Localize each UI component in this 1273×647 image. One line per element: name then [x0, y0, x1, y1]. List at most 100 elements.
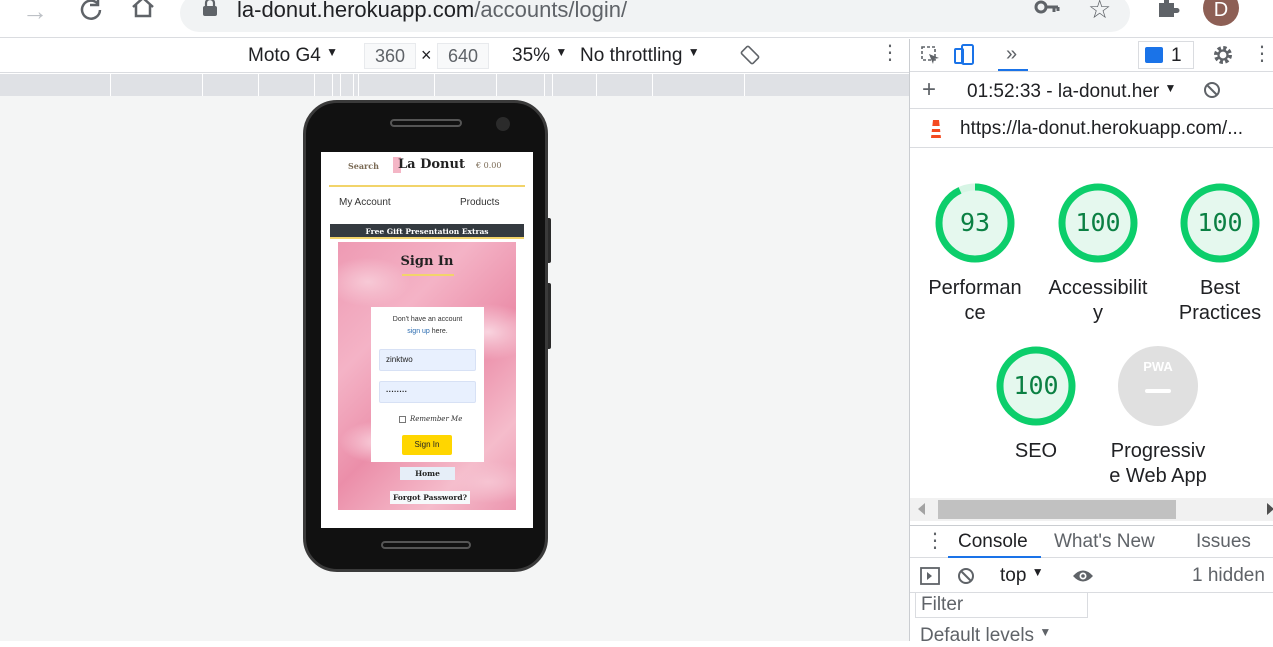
context-value: top — [1000, 565, 1027, 586]
score-value: 100 — [1197, 208, 1243, 237]
more-tabs-icon[interactable]: » — [1006, 43, 1017, 66]
signin-heading: Sign In — [400, 254, 454, 269]
report-url-row: https://la-donut.herokuapp.com/... — [910, 110, 1273, 148]
caret-down-icon: ▼ — [555, 45, 568, 59]
signup-link[interactable]: sign up — [407, 328, 430, 335]
lock-icon[interactable] — [202, 0, 218, 23]
inspect-element-icon[interactable] — [921, 46, 941, 71]
zoom-value: 35% — [512, 45, 551, 66]
reload-icon[interactable] — [78, 0, 104, 27]
score-value: 100 — [1013, 371, 1059, 400]
site-logo[interactable]: La Donut — [398, 157, 465, 172]
rotate-icon[interactable] — [740, 45, 760, 71]
extensions-icon[interactable] — [1156, 0, 1180, 24]
nav-products[interactable]: Products — [460, 197, 499, 208]
lighthouse-icon — [928, 117, 944, 144]
home-icon[interactable] — [130, 0, 156, 25]
height-input[interactable]: 640 — [437, 43, 489, 69]
drawer-tab-whats-new[interactable]: What's New — [1054, 526, 1155, 557]
heading-underline — [402, 274, 454, 276]
score-gauge-pwa[interactable]: PWA — [1118, 346, 1198, 426]
throttling-select[interactable]: No throttling ▼ — [580, 45, 700, 67]
live-expression-eye-icon[interactable] — [1072, 568, 1094, 589]
signup-line: sign up here. — [371, 328, 484, 335]
scroll-left-icon[interactable] — [918, 503, 925, 515]
caret-down-icon: ▼ — [326, 45, 339, 59]
home-button[interactable]: Home — [400, 467, 455, 480]
scroll-right-icon[interactable] — [1267, 503, 1273, 515]
device-select[interactable]: Moto G4 ▼ — [248, 45, 338, 67]
score-label-best-practices: Best Practices — [1178, 277, 1262, 324]
devtools-panel: » 1 ⋮ + 01:52:33 - la-donut.her ▼ https:… — [909, 39, 1273, 646]
hidden-messages-count: 1 hidden — [1192, 565, 1265, 586]
hero-background: Sign In Don't have an account sign up he… — [338, 242, 516, 510]
drawer-tab-issues[interactable]: Issues — [1196, 526, 1251, 557]
drawer-tab-console[interactable]: Console — [958, 526, 1028, 557]
no-account-text: Don't have an account — [392, 316, 463, 323]
clear-icon[interactable] — [1203, 81, 1221, 104]
signin-button[interactable]: Sign In — [402, 435, 452, 455]
score-gauge-best-practices[interactable]: 100 — [1180, 183, 1260, 263]
site-header: Search La Donut € 0.00 — [321, 152, 533, 184]
devtools-tabbar: » 1 ⋮ — [910, 39, 1273, 72]
log-levels-value: Default levels — [920, 625, 1035, 646]
context-select[interactable]: top ▼ — [1000, 565, 1044, 587]
search-link[interactable]: Search — [348, 161, 379, 171]
console-filter-input[interactable]: Filter — [915, 592, 1088, 618]
score-value: 100 — [1075, 208, 1121, 237]
remember-me-label: Remember Me — [410, 415, 463, 423]
nav-my-account[interactable]: My Account — [339, 197, 391, 208]
message-icon — [1145, 47, 1163, 63]
device-toggle-icon[interactable] — [954, 44, 974, 71]
scrollbar-thumb[interactable] — [938, 500, 1176, 519]
device-name: Moto G4 — [248, 45, 321, 66]
url-host: la-donut.herokuapp.com — [237, 0, 475, 22]
browser-toolbar: → la-donut.herokuapp.com/accounts/login/… — [0, 0, 1273, 38]
zoom-select[interactable]: 35% ▼ — [512, 45, 567, 67]
score-value: 93 — [959, 208, 991, 237]
media-query-ruler[interactable] — [0, 74, 909, 96]
score-gauge-accessibility[interactable]: 100 — [1058, 183, 1138, 263]
devtools-menu-icon[interactable]: ⋮ — [1252, 44, 1272, 64]
forward-icon[interactable]: → — [22, 0, 48, 27]
cart-total[interactable]: € 0.00 — [476, 161, 501, 170]
caret-down-icon: ▼ — [1164, 81, 1177, 95]
promo-ribbon: Free Gift Presentation Extras — [330, 224, 524, 239]
forgot-password-link[interactable]: Forgot Password? — [390, 491, 470, 504]
username-field[interactable]: zinktwo — [379, 349, 476, 371]
report-select[interactable]: 01:52:33 - la-donut.her ▼ — [967, 81, 1176, 103]
sidebar-toggle-icon[interactable] — [920, 567, 940, 590]
horizontal-scrollbar[interactable] — [910, 498, 1273, 521]
signup-suffix: here. — [429, 328, 448, 335]
drawer-menu-icon[interactable]: ⋮ — [925, 531, 945, 551]
remember-me-checkbox[interactable] — [399, 416, 406, 423]
score-gauge-seo[interactable]: 100 — [996, 346, 1076, 426]
more-options-icon[interactable]: ⋮ — [880, 43, 900, 63]
clear-console-icon[interactable] — [957, 567, 975, 590]
phone-speaker — [390, 119, 462, 127]
report-url[interactable]: https://la-donut.herokuapp.com/... — [960, 118, 1243, 140]
throttling-value: No throttling — [580, 45, 683, 66]
key-icon[interactable] — [1034, 0, 1060, 22]
score-gauge-performance[interactable]: 93 — [935, 183, 1015, 263]
caret-down-icon: ▼ — [687, 45, 700, 59]
bookmark-star-icon[interactable]: ☆ — [1088, 0, 1111, 25]
report-time: 01:52:33 - la-donut.her — [967, 81, 1160, 102]
login-card: Don't have an account sign up here. zink… — [371, 307, 484, 462]
new-report-icon[interactable]: + — [922, 76, 936, 104]
log-levels-select[interactable]: Default levels ▼ — [920, 625, 1051, 647]
device-toolbar: Moto G4 ▼ 360 × 640 35% ▼ No throttling … — [0, 39, 909, 73]
pwa-badge-icon: PWA — [1143, 359, 1173, 374]
score-label-accessibility: Accessibilit y — [1048, 277, 1148, 324]
settings-gear-icon[interactable] — [1212, 44, 1234, 71]
password-field[interactable]: ········ — [379, 381, 476, 403]
lighthouse-toolbar: + 01:52:33 - la-donut.her ▼ — [910, 73, 1273, 109]
phone-home-bar — [381, 541, 471, 549]
active-tab-underline — [998, 69, 1028, 71]
active-tab-underline — [948, 556, 1041, 558]
profile-avatar[interactable]: D — [1203, 0, 1239, 26]
url-text[interactable]: la-donut.herokuapp.com/accounts/login/ — [237, 0, 627, 23]
score-label-performance: Performan ce — [928, 277, 1022, 324]
issues-counter[interactable]: 1 — [1138, 41, 1194, 69]
width-input[interactable]: 360 — [364, 43, 416, 69]
